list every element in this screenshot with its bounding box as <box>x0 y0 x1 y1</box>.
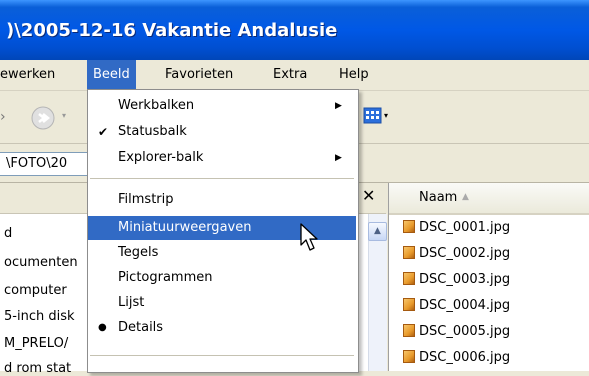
file-name: DSC_0004.jpg <box>419 298 511 313</box>
menu-favorites[interactable]: Favorieten <box>165 60 233 90</box>
jpg-file-icon <box>403 350 415 363</box>
tree-item[interactable]: M_PRELO/ <box>4 336 68 351</box>
sort-ascending-icon: ▲ <box>462 192 469 202</box>
file-row[interactable]: DSC_0001.jpg <box>403 220 510 235</box>
file-name: DSC_0005.jpg <box>419 324 511 339</box>
menu-edit[interactable]: ewerken <box>0 60 55 90</box>
chevron-left-icon[interactable]: › <box>0 109 6 125</box>
jpg-file-icon <box>403 272 415 285</box>
views-icon[interactable] <box>363 106 383 126</box>
tree-item[interactable]: computer <box>4 283 67 298</box>
menu-item-list[interactable]: Lijst <box>88 291 356 315</box>
checkmark-icon: ✔ <box>98 125 109 139</box>
window-title: )\2005-12-16 Vakantie Andalusie <box>6 20 338 41</box>
column-header-label: Naam <box>419 190 458 205</box>
view-menu: Werkbalken ▶ ✔ Statusbalk Explorer-balk … <box>87 89 359 373</box>
jpg-file-icon <box>403 324 415 337</box>
file-row[interactable]: DSC_0002.jpg <box>403 246 510 261</box>
jpg-file-icon <box>403 246 415 259</box>
file-name: DSC_0002.jpg <box>419 246 511 261</box>
submenu-arrow-icon: ▶ <box>335 101 342 111</box>
file-list-pane: Naam ▲ DSC_0001.jpg DSC_0002.jpg DSC_000… <box>388 183 589 371</box>
tree-item[interactable]: 5-inch disk <box>4 309 75 324</box>
menu-view[interactable]: Beeld <box>87 60 136 90</box>
title-bar: )\2005-12-16 Vakantie Andalusie <box>0 0 589 60</box>
column-header-name[interactable]: Naam ▲ <box>389 183 589 215</box>
forward-arrow-icon[interactable] <box>30 105 56 131</box>
menu-extra[interactable]: Extra <box>273 60 307 90</box>
close-icon[interactable]: ✕ <box>362 186 375 205</box>
tree-item[interactable]: d rom stat <box>4 361 71 376</box>
views-dropdown-icon[interactable]: ▾ <box>384 111 388 120</box>
menu-item-explorer-bar[interactable]: Explorer-balk ▶ <box>88 146 356 170</box>
menu-separator <box>90 355 354 356</box>
menu-separator <box>90 178 354 179</box>
menu-bar: ewerken Beeld Favorieten Extra Help <box>0 60 589 91</box>
jpg-file-icon <box>403 220 415 233</box>
file-row[interactable]: DSC_0004.jpg <box>403 298 510 313</box>
tree-item[interactable]: d <box>4 226 12 241</box>
radio-dot-icon: ● <box>98 322 107 333</box>
mouse-pointer-icon <box>300 223 318 251</box>
file-row[interactable]: DSC_0006.jpg <box>403 350 510 365</box>
menu-item-details[interactable]: ● Details <box>88 316 356 340</box>
menu-item-icons[interactable]: Pictogrammen <box>88 266 356 290</box>
dropdown-arrow-icon[interactable]: ▾ <box>62 111 66 120</box>
file-row[interactable]: DSC_0005.jpg <box>403 324 510 339</box>
menu-help[interactable]: Help <box>339 60 369 90</box>
menu-item-statusbar[interactable]: ✔ Statusbalk <box>88 120 356 144</box>
file-name: DSC_0006.jpg <box>419 350 511 365</box>
file-row[interactable]: DSC_0003.jpg <box>403 272 510 287</box>
submenu-arrow-icon: ▶ <box>335 153 342 163</box>
file-name: DSC_0001.jpg <box>419 220 511 235</box>
file-name: DSC_0003.jpg <box>419 272 511 287</box>
scroll-up-icon[interactable]: ▲ <box>368 222 387 241</box>
jpg-file-icon <box>403 298 415 311</box>
menu-item-toolbars[interactable]: Werkbalken ▶ <box>88 94 356 118</box>
menu-item-filmstrip[interactable]: Filmstrip <box>88 188 356 212</box>
tree-item[interactable]: ocumenten <box>4 255 78 270</box>
